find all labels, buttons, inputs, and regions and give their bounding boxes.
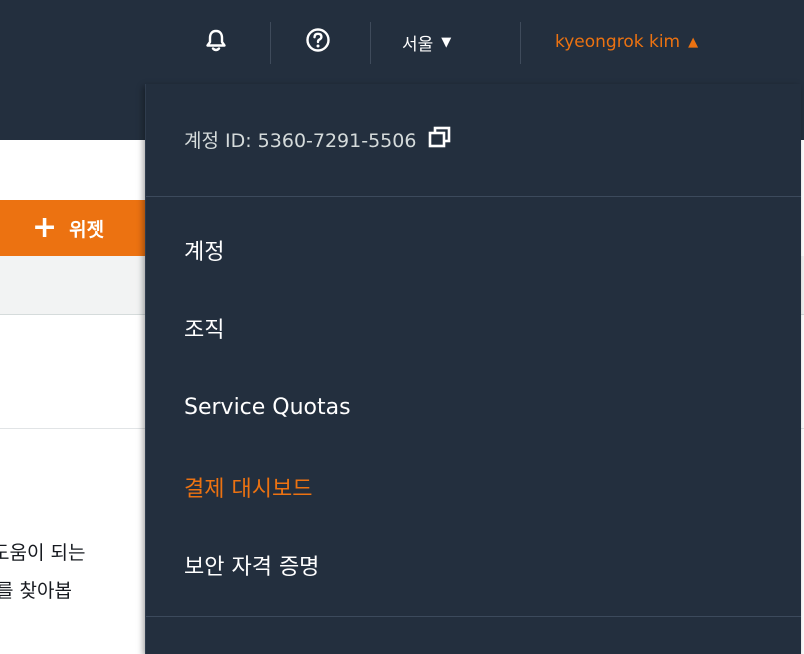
region-label: 서울 [402,34,434,55]
menu-item-billing-dashboard[interactable]: 결제 대시보드 [184,471,312,503]
help-button[interactable] [300,0,336,84]
menu-item-security-credentials[interactable]: 보안 자격 증명 [184,549,319,581]
region-selector[interactable]: 서울 ▼ [402,0,451,84]
background-text-line-2: 를 찾아봅 [0,580,72,602]
account-id-text: 계정 ID: 5360-7291-5506 [184,130,417,152]
menu-item-organization[interactable]: 조직 [184,312,224,344]
help-circle-icon [305,27,331,57]
add-widget-label: 위젯 [69,218,105,241]
account-dropdown-menu: 계정 ID: 5360-7291-5506 계정 조직 Service Quot… [145,84,801,654]
menu-divider [146,616,801,617]
top-navigation-bar: 서울 ▼ kyeongrok kim ▲ [0,0,804,84]
copy-icon[interactable] [428,126,452,153]
menu-divider [146,196,801,197]
chevron-up-icon: ▲ [688,34,699,50]
menu-item-account[interactable]: 계정 [184,234,224,266]
menu-item-service-quotas[interactable]: Service Quotas [184,395,351,420]
notifications-button[interactable] [198,0,234,84]
user-menu-button[interactable]: kyeongrok kim ▲ [555,0,698,84]
account-id: 계정 ID: 5360-7291-5506 [184,126,452,153]
bell-icon [205,28,227,56]
chevron-down-icon: ▼ [441,34,452,50]
background-text-line-1: 도움이 되는 [0,542,86,564]
user-name: kyeongrok kim [555,32,681,52]
nav-separator [270,22,271,64]
add-widget-button[interactable]: + 위젯 [0,200,152,256]
nav-separator [520,22,521,64]
plus-icon: + [32,210,58,245]
nav-separator [370,22,371,64]
